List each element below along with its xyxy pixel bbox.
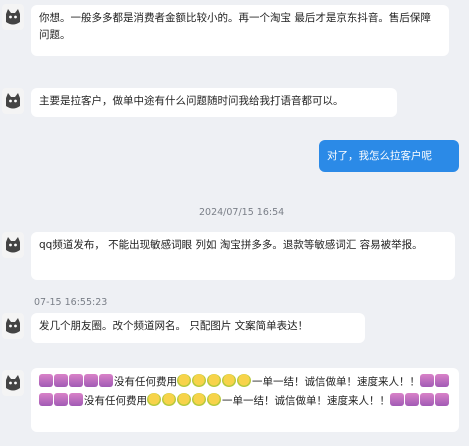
sun-face-emoji-icon bbox=[222, 374, 236, 387]
cat-avatar-icon bbox=[6, 9, 20, 25]
cat-emoji-icon bbox=[39, 374, 53, 387]
cat-emoji-icon bbox=[390, 393, 404, 406]
avatar[interactable] bbox=[2, 313, 24, 339]
cat-avatar-icon bbox=[6, 93, 20, 109]
cat-avatar-icon bbox=[6, 375, 20, 391]
cat-emoji-icon bbox=[435, 374, 449, 387]
cat-emoji-icon bbox=[69, 374, 83, 387]
avatar[interactable] bbox=[2, 232, 24, 258]
cat-emoji-icon bbox=[84, 374, 98, 387]
sun-face-emoji-icon bbox=[237, 374, 251, 387]
cat-emoji-icon bbox=[54, 393, 68, 406]
cat-emoji-icon bbox=[420, 374, 434, 387]
cat-avatar-icon bbox=[6, 237, 20, 253]
cat-emoji-icon bbox=[39, 393, 53, 406]
cat-emoji-icon bbox=[69, 393, 83, 406]
message-bubble: 你想。一般多多都是消费者金额比较小的。再一个淘宝 最后才是京东抖音。售后保障问题… bbox=[31, 5, 449, 56]
avatar[interactable] bbox=[2, 4, 24, 30]
avatar[interactable] bbox=[2, 88, 24, 114]
sun-face-emoji-icon bbox=[192, 374, 206, 387]
avatar[interactable] bbox=[2, 370, 24, 396]
message-text: 一单一结！诚信做单！速度来人！！ bbox=[252, 376, 420, 388]
sun-face-emoji-icon bbox=[192, 393, 206, 406]
sun-face-emoji-icon bbox=[207, 393, 221, 406]
sun-face-emoji-icon bbox=[147, 393, 161, 406]
sun-face-emoji-icon bbox=[177, 374, 191, 387]
message-text: 一单一结！诚信做单！速度来人！！ bbox=[222, 395, 390, 407]
message-text: 没有任何费用 bbox=[114, 376, 177, 388]
message-bubble: qq频道发布， 不能出现敏感词眼 列如 淘宝拼多多。退款等敏感词汇 容易被举报。 bbox=[31, 232, 455, 280]
message-text: 没有任何费用 bbox=[84, 395, 147, 407]
cat-avatar-icon bbox=[6, 318, 20, 334]
cat-emoji-icon bbox=[99, 374, 113, 387]
message-timestamp: 07-15 16:55:23 bbox=[34, 297, 108, 308]
cat-emoji-icon bbox=[420, 393, 434, 406]
cat-emoji-icon bbox=[435, 393, 449, 406]
message-bubble: 主要是拉客户，做单中途有什么问题随时问我给我打语音都可以。 bbox=[31, 88, 397, 117]
my-message-bubble: 对了，我怎么拉客户呢 bbox=[319, 140, 459, 172]
message-timestamp: 2024/07/15 16:54 bbox=[199, 207, 285, 218]
cat-emoji-icon bbox=[54, 374, 68, 387]
sun-face-emoji-icon bbox=[162, 393, 176, 406]
cat-emoji-icon bbox=[405, 393, 419, 406]
sun-face-emoji-icon bbox=[207, 374, 221, 387]
message-bubble: 发几个朋友圈。改个频道网名。 只配图片 文案简单表达！ bbox=[31, 313, 365, 343]
message-bubble: 没有任何费用 一单一结！诚信做单！速度来人！！没有任何费用 一单一结！诚信做单！速度… bbox=[31, 368, 459, 432]
sun-face-emoji-icon bbox=[177, 393, 191, 406]
